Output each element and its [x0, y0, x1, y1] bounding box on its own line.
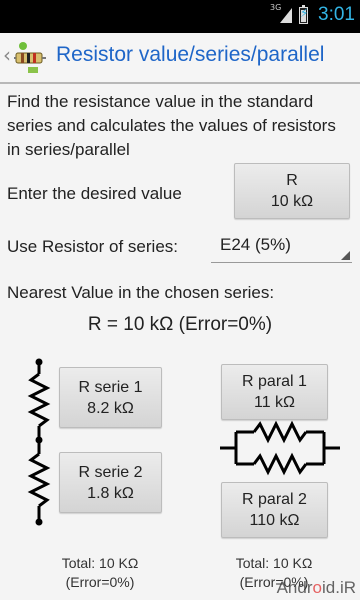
series-select[interactable]: E24 (5%)	[211, 229, 352, 263]
parallel-r2-title: R paral 2	[242, 491, 307, 508]
parallel-resistor-2-button[interactable]: R paral 2 110 kΩ	[221, 482, 328, 538]
series-circuit-diagram	[27, 358, 51, 526]
clock: 3:01	[318, 4, 355, 25]
series-r2-value: 1.8 kΩ	[87, 484, 134, 502]
series-selected-value: E24 (5%)	[220, 235, 291, 254]
page-title: Resistor value/series/parallel	[56, 43, 325, 66]
watermark-dot: o	[312, 578, 322, 597]
app-icon[interactable]	[14, 39, 46, 75]
watermark-prefix: Andr	[276, 578, 313, 597]
series-r1-value: 8.2 kΩ	[87, 399, 134, 417]
nearest-value-result: R = 10 kΩ (Error=0%)	[87, 314, 273, 335]
charging-icon: ⚡	[300, 6, 309, 20]
series-r1-title: R serie 1	[78, 378, 143, 396]
series-label: Use Resistor of series:	[7, 237, 178, 256]
status-bar: 3G ⚡ 3:01	[0, 0, 360, 33]
parallel-circuit-diagram	[220, 420, 340, 476]
nearest-value-label: Nearest Value in the chosen series:	[7, 283, 275, 302]
back-icon[interactable]: ‹	[3, 43, 11, 67]
signal-icon	[280, 8, 292, 23]
series-resistor-1-button[interactable]: R serie 1 8.2 kΩ	[59, 367, 162, 428]
parallel-r1-value: 11 kΩ	[253, 394, 295, 411]
parallel-total-value: Total: 10 KΩ	[235, 555, 313, 571]
main-content: Find the resistance value in the standar…	[0, 86, 360, 600]
description-text: Find the resistance value in the standar…	[7, 92, 336, 159]
desired-value-button-title: R	[286, 172, 298, 189]
action-bar: ‹ Resistor value/series/parallel	[0, 33, 360, 84]
desired-value-button-value: 10 kΩ	[270, 193, 314, 210]
series-total-value: Total: 10 KΩ	[61, 555, 139, 571]
desired-value-label: Enter the desired value	[7, 184, 182, 203]
parallel-resistor-1-button[interactable]: R paral 1 11 kΩ	[221, 364, 328, 420]
series-total-error: (Error=0%)	[65, 574, 135, 590]
series-resistor-2-button[interactable]: R serie 2 1.8 kΩ	[59, 452, 162, 513]
desired-value-button[interactable]: R 10 kΩ	[234, 163, 350, 219]
watermark: Android.iR	[277, 578, 356, 598]
watermark-suffix: id.iR	[321, 578, 356, 597]
series-total: Total: 10 KΩ (Error=0%)	[40, 554, 160, 592]
parallel-r2-value: 110 kΩ	[249, 512, 300, 529]
series-r2-title: R serie 2	[78, 463, 143, 481]
parallel-r1-title: R paral 1	[242, 373, 307, 390]
dropdown-arrow-icon	[341, 251, 350, 260]
